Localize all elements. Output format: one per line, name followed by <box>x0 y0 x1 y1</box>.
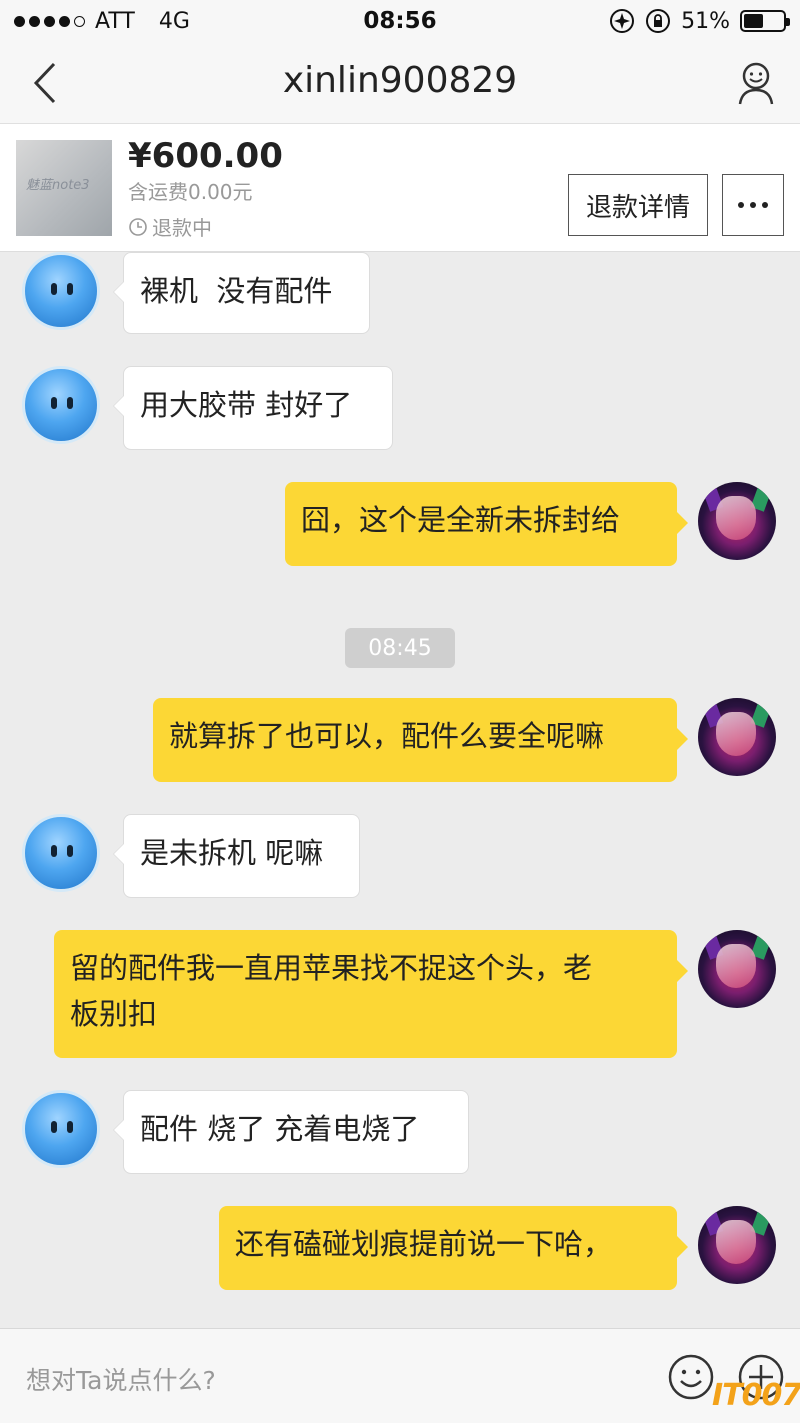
more-options-button[interactable] <box>722 174 784 236</box>
status-bar: ATT 4G 08:56 51% <box>0 0 800 42</box>
product-bar: 魅蓝note3 ¥600.00 含运费0.00元 退款中 退款详情 <box>0 124 800 252</box>
product-thumb-label: 魅蓝note3 <box>26 178 90 193</box>
user-avatar[interactable] <box>698 698 776 776</box>
message-bubble-outgoing[interactable]: 还有磕碰划痕提前说一下哈， <box>219 1206 688 1290</box>
contact-avatar[interactable] <box>22 366 100 444</box>
more-icon <box>738 202 744 208</box>
profile-icon[interactable] <box>736 60 776 106</box>
message-bubble-outgoing[interactable]: 留的配件我一直用苹果找不捉这个头，老 板别扣 <box>54 930 688 1058</box>
user-avatar[interactable] <box>698 930 776 1008</box>
emoji-icon[interactable] <box>667 1353 715 1401</box>
clock-icon <box>129 217 147 236</box>
shipping-info: 含运费0.00元 <box>128 180 253 204</box>
refund-status-label: 退款中 <box>152 216 212 240</box>
product-price: ¥600.00 <box>128 136 283 176</box>
refund-status: 退款中 <box>128 212 212 241</box>
message-input-bar: 想对Ta说点什么? <box>0 1328 800 1423</box>
watermark-logo: IT007 <box>712 1378 800 1413</box>
message-input[interactable]: 想对Ta说点什么? <box>26 1361 216 1397</box>
contact-avatar[interactable] <box>22 252 100 330</box>
message-bubble-outgoing[interactable]: 囧，这个是全新未拆封给 <box>285 482 688 566</box>
chat-title: xinlin900829 <box>282 60 518 101</box>
battery-percent: 51% <box>681 8 730 34</box>
message-bubble-incoming[interactable]: 是未拆机 呢嘛 <box>113 814 360 898</box>
contact-avatar[interactable] <box>22 814 100 892</box>
battery-icon <box>740 10 790 32</box>
user-avatar[interactable] <box>698 1206 776 1284</box>
rotation-lock-icon <box>646 9 671 33</box>
user-avatar[interactable] <box>698 482 776 560</box>
message-bubble-incoming[interactable]: 用大胶带 封好了 <box>113 366 393 450</box>
message-bubble-incoming[interactable]: 裸机 没有配件 <box>113 252 370 334</box>
location-icon <box>610 9 635 33</box>
message-bubble-outgoing[interactable]: 就算拆了也可以，配件么要全呢嘛 <box>153 698 688 782</box>
refund-details-button[interactable]: 退款详情 <box>568 174 708 236</box>
timestamp-divider: 08:45 <box>345 628 455 668</box>
product-thumbnail[interactable]: 魅蓝note3 <box>16 140 112 236</box>
message-bubble-incoming[interactable]: 配件 烧了 充着电烧了 <box>113 1090 469 1174</box>
contact-avatar[interactable] <box>22 1090 100 1168</box>
nav-bar: xinlin900829 <box>0 42 800 124</box>
